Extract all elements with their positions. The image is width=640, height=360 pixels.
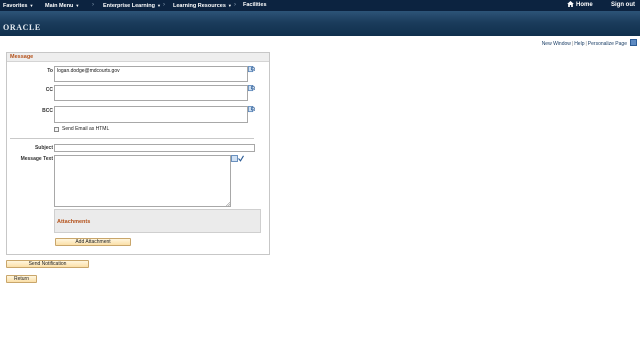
address-book-icon[interactable] — [248, 106, 255, 113]
message-text-area[interactable] — [54, 155, 231, 207]
breadcrumb-separator-icon: › — [163, 2, 165, 8]
spell-check-icon[interactable] — [231, 155, 244, 162]
nav-favorites[interactable]: Favorites ▼ — [3, 0, 33, 11]
to-field[interactable]: logan.dodge@mdcourts.gov — [54, 66, 248, 82]
bcc-label: BCC — [42, 108, 53, 114]
breadcrumb-learning-resources[interactable]: Learning Resources ▼ — [173, 0, 232, 11]
message-group-box: Message To logan.dodge@mdcourts.gov CC B… — [6, 52, 270, 255]
breadcrumb-separator-icon: › — [92, 2, 94, 8]
cc-label: CC — [45, 87, 53, 93]
nav-favorites-label: Favorites — [3, 2, 28, 9]
link-divider: | — [585, 41, 587, 47]
subject-label: Subject — [34, 145, 53, 151]
breadcrumb-facilities[interactable]: Facilities — [243, 0, 267, 11]
send-html-label: Send Email as HTML — [62, 126, 110, 132]
breadcrumb-separator-icon: › — [234, 2, 236, 8]
cc-field[interactable] — [54, 85, 248, 101]
top-nav-bar: Favorites ▼ Main Menu ▼ › Enterprise Learn… — [0, 0, 640, 11]
to-label: To — [47, 68, 53, 74]
nav-main-menu-label: Main Menu — [45, 2, 74, 9]
send-notification-button[interactable]: Send Notification — [6, 260, 89, 268]
bcc-field[interactable] — [54, 106, 248, 123]
breadcrumb-label: Enterprise Learning — [103, 2, 155, 9]
attachments-title: Attachments — [57, 219, 91, 225]
subject-field[interactable] — [54, 144, 255, 152]
home-link[interactable]: Home — [567, 0, 593, 11]
address-book-icon[interactable] — [248, 66, 255, 73]
oracle-logo: ORACLE — [3, 23, 41, 32]
return-button[interactable]: Return — [6, 275, 37, 283]
resize-handle[interactable] — [226, 202, 230, 206]
message-text-label: Message Text — [20, 156, 53, 162]
customize-icon[interactable] — [630, 39, 637, 46]
message-section-title: Message — [7, 53, 269, 62]
send-html-checkbox[interactable] — [54, 127, 59, 132]
breadcrumb-enterprise-learning[interactable]: Enterprise Learning ▼ — [103, 0, 161, 11]
home-label: Home — [576, 2, 593, 8]
sign-out-link[interactable]: Sign out — [611, 0, 635, 11]
link-divider: | — [571, 41, 574, 47]
page-links: New Window|Help|Personalize Page — [542, 39, 637, 47]
caret-down-icon: ▼ — [227, 3, 232, 8]
new-window-link[interactable]: New Window — [542, 41, 571, 47]
breadcrumb-label: Facilities — [243, 2, 267, 8]
caret-down-icon: ▼ — [29, 3, 34, 8]
personalize-page-link[interactable]: Personalize Page — [588, 41, 627, 47]
add-attachment-button[interactable]: Add Attachment — [55, 238, 131, 246]
help-link[interactable]: Help — [574, 41, 584, 47]
nav-main-menu[interactable]: Main Menu ▼ — [45, 0, 79, 11]
address-book-icon[interactable] — [248, 85, 255, 92]
caret-down-icon: ▼ — [75, 3, 80, 8]
home-icon — [567, 1, 574, 7]
breadcrumb-label: Learning Resources — [173, 2, 226, 9]
attachments-box: Attachments — [54, 209, 261, 233]
header-banner: ORACLE — [0, 11, 640, 36]
caret-down-icon: ▼ — [156, 3, 161, 8]
section-divider — [10, 138, 254, 139]
